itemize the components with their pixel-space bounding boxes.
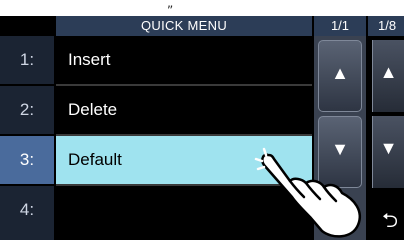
next-panel-down-button[interactable]: ▼ (372, 116, 404, 188)
next-panel-page-indicator: 1/8 (368, 16, 404, 36)
pointing-hand-icon (254, 147, 361, 238)
row-number-4: 4: (0, 186, 54, 240)
page-indicator: 1/1 (314, 16, 366, 36)
next-panel-back-button[interactable]: ⮌ (370, 206, 404, 236)
triangle-down-icon: ▼ (379, 138, 398, 158)
menu-title: QUICK MENU (140, 18, 228, 33)
triangle-up-icon: ▲ (331, 63, 349, 83)
row-number-1: 1: (0, 36, 54, 84)
row-number-3: 3: (0, 136, 54, 184)
menu-item-delete[interactable]: Delete (56, 86, 312, 134)
scroll-up-button[interactable]: ▲ (318, 40, 362, 112)
return-arrow-icon: ⮌ (381, 210, 399, 232)
quick-menu-screen: „ QUICK MENU 1/1 1/8 1: 2: 3: 4: Insert … (0, 0, 404, 240)
next-panel-up-button[interactable]: ▲ (372, 40, 404, 112)
row-number-2: 2: (0, 86, 54, 134)
triangle-up-icon: ▲ (379, 62, 398, 82)
menu-item-insert[interactable]: Insert (56, 36, 312, 84)
menu-header: QUICK MENU (56, 16, 312, 36)
top-border (0, 0, 404, 16)
top-mark: „ (167, 0, 174, 10)
